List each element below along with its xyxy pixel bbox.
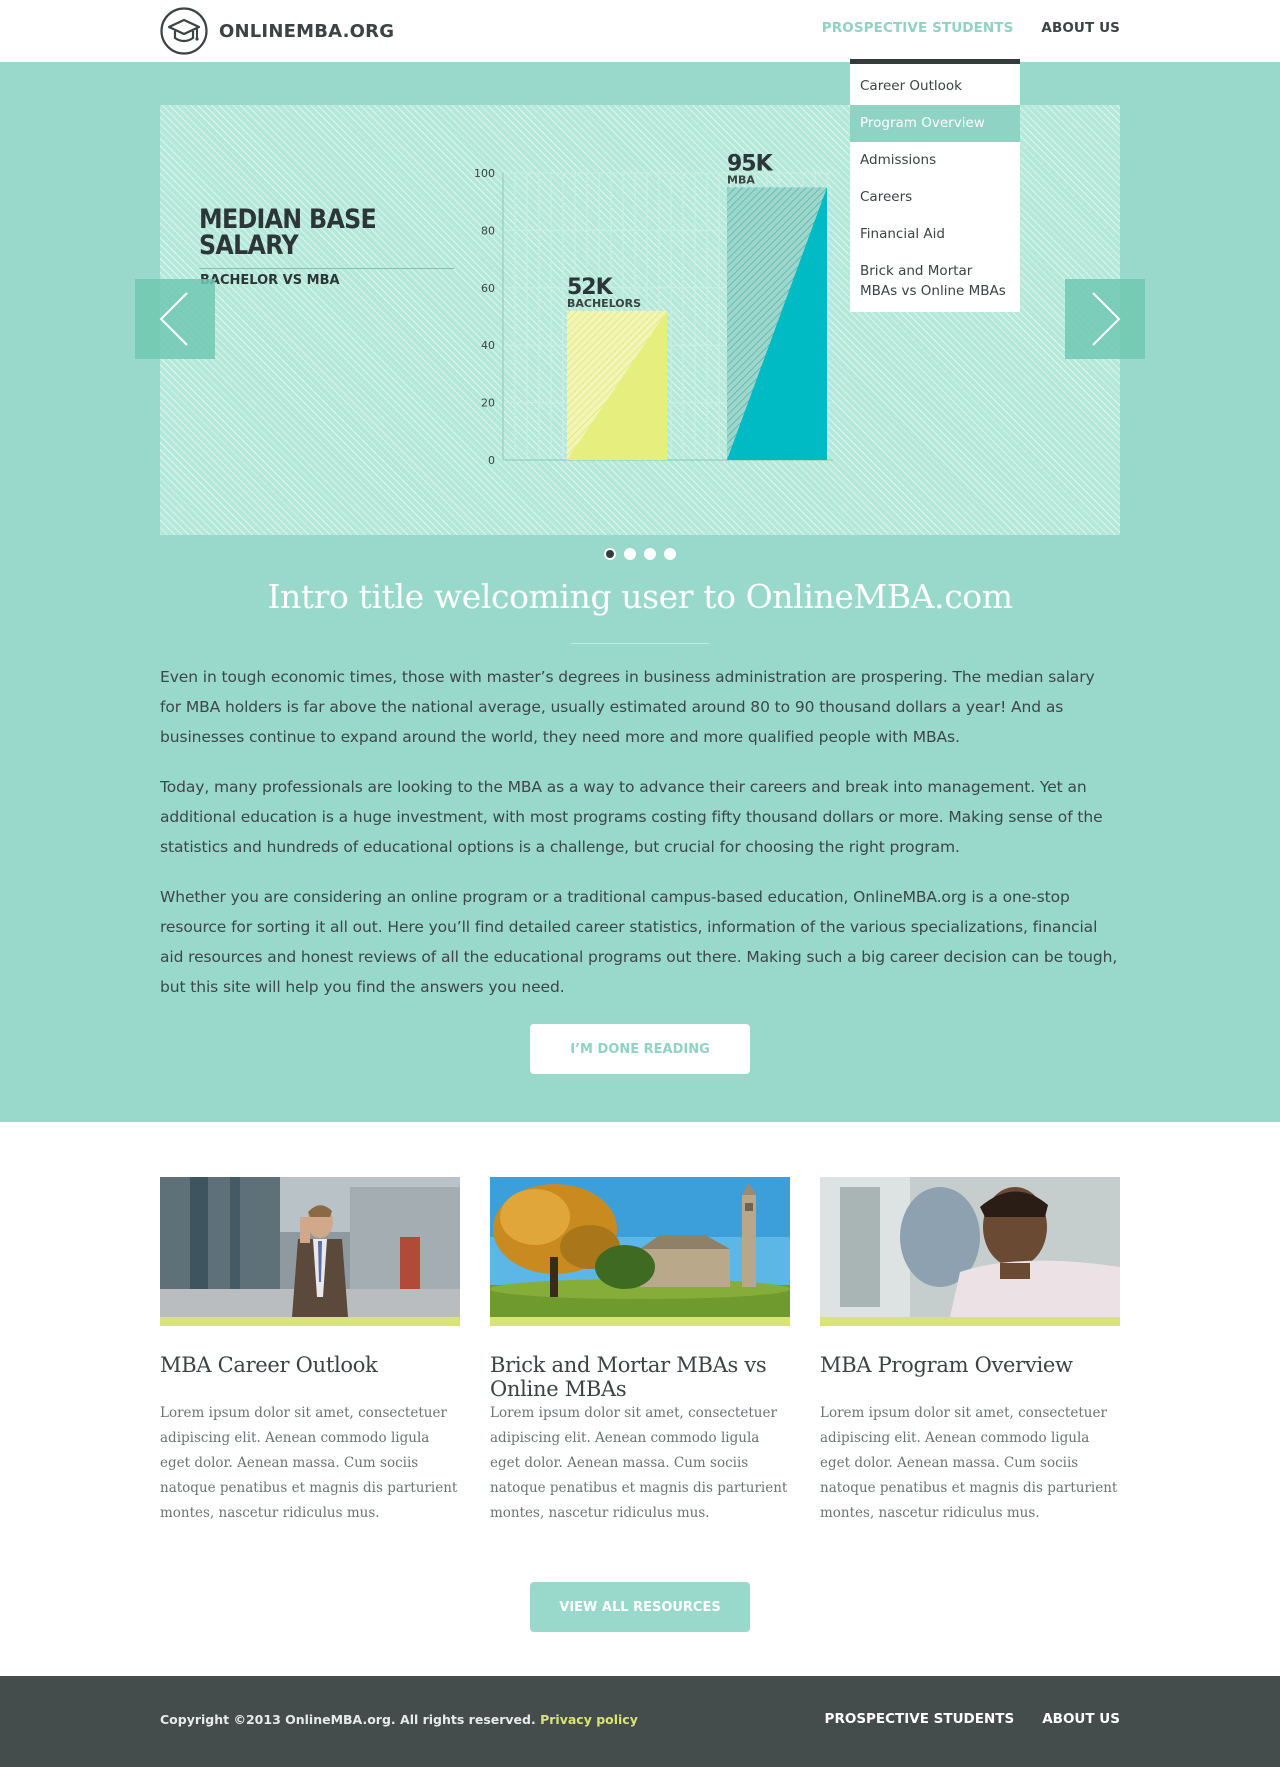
card-text: Lorem ipsum dolor sit amet, consectetuer… — [490, 1405, 788, 1521]
card-brick-vs-online[interactable]: Brick and Mortar MBAs vs Online MBAs Lor… — [490, 1177, 790, 1526]
dropdown-item-financial-aid[interactable]: Financial Aid — [850, 216, 1020, 253]
nav-prospective-students[interactable]: PROSPECTIVE STUDENTS — [822, 20, 1014, 36]
dropdown-item-career-outlook[interactable]: Career Outlook — [850, 68, 1020, 105]
chart-y-tick-label: 40 — [481, 339, 495, 352]
card-accent-bar — [490, 1317, 790, 1326]
card-career-outlook[interactable]: MBA Career Outlook Lorem ipsum dolor sit… — [160, 1177, 460, 1526]
done-reading-button[interactable]: I’M DONE READING — [530, 1024, 750, 1074]
card-accent-bar — [160, 1317, 460, 1326]
intro-paragraph: Whether you are considering an online pr… — [160, 888, 1118, 996]
resource-cards: MBA Career Outlook Lorem ipsum dolor sit… — [160, 1177, 1120, 1526]
intro-paragraph: Even in tough economic times, those with… — [160, 668, 1095, 746]
slider-prev-button[interactable] — [135, 279, 215, 359]
card-title[interactable]: Brick and Mortar MBAs vs Online MBAs — [490, 1353, 790, 1401]
card-image-student — [820, 1177, 1120, 1317]
dropdown-item-brick-vs-online[interactable]: Brick and Mortar MBAs vs Online MBAs — [850, 253, 1020, 310]
footer-copyright: Copyright ©2013 OnlineMBA.org. All right… — [160, 1712, 638, 1727]
intro-body: Even in tough economic times, those with… — [160, 662, 1120, 1022]
slider-dot-1[interactable] — [604, 548, 616, 560]
nav-about-us[interactable]: ABOUT US — [1041, 20, 1120, 36]
logo-text: ONLINEMBA.ORG — [219, 20, 395, 42]
slider-dot-4[interactable] — [664, 548, 676, 560]
chart-category-label: BACHELORS — [567, 297, 641, 310]
slider-dots — [0, 548, 1280, 560]
dropdown-item-careers[interactable]: Careers — [850, 179, 1020, 216]
footer-nav: PROSPECTIVE STUDENTS ABOUT US — [825, 1711, 1120, 1727]
chart-y-tick-label: 100 — [474, 167, 495, 180]
view-all-resources-button[interactable]: VIEW ALL RESOURCES — [530, 1582, 750, 1632]
dropdown-item-admissions[interactable]: Admissions — [850, 142, 1020, 179]
card-image-campus — [490, 1177, 790, 1317]
chart-y-tick-label: 60 — [481, 282, 495, 295]
card-image-businessman — [160, 1177, 460, 1317]
intro-title: Intro title welcoming user to OnlineMBA.… — [267, 577, 1013, 616]
slider-dot-2[interactable] — [624, 548, 636, 560]
privacy-policy-link[interactable]: Privacy policy — [540, 1712, 638, 1727]
chart-y-tick-label: 80 — [481, 224, 495, 237]
slider-dot-3[interactable] — [644, 548, 656, 560]
slider-next-button[interactable] — [1065, 279, 1145, 359]
card-title[interactable]: MBA Program Overview — [820, 1353, 1120, 1401]
hero-section: MEDIAN BASE SALARY BACHELOR VS MBA 0 20 40… — [0, 62, 1280, 1122]
dropdown-item-program-overview[interactable]: Program Overview — [850, 105, 1020, 142]
prospective-students-dropdown: Career Outlook Program Overview Admissio… — [850, 59, 1020, 312]
intro-paragraph: Today, many professionals are looking to… — [160, 778, 1103, 856]
card-accent-bar — [820, 1317, 1120, 1326]
chart-category-label: MBA — [727, 173, 755, 186]
card-title[interactable]: MBA Career Outlook — [160, 1353, 460, 1401]
card-program-overview[interactable]: MBA Program Overview Lorem ipsum dolor s… — [820, 1177, 1120, 1526]
card-text: Lorem ipsum dolor sit amet, consectetuer… — [160, 1405, 458, 1521]
main-nav: PROSPECTIVE STUDENTS ABOUT US — [822, 20, 1120, 36]
logo[interactable]: ONLINEMBA.ORG — [159, 6, 394, 56]
copyright-text: Copyright ©2013 OnlineMBA.org. All right… — [160, 1712, 536, 1727]
chart-y-tick-label: 20 — [481, 397, 495, 410]
graduation-cap-icon — [160, 7, 208, 55]
chevron-right-icon — [1092, 292, 1121, 346]
footer-nav-prospective-students[interactable]: PROSPECTIVE STUDENTS — [825, 1711, 1015, 1727]
site-header: ONLINEMBA.ORG PROSPECTIVE STUDENTS ABOUT… — [0, 0, 1280, 62]
site-footer: Copyright ©2013 OnlineMBA.org. All right… — [0, 1676, 1280, 1767]
chevron-left-icon — [159, 292, 188, 346]
chart-y-tick-label: 0 — [488, 454, 495, 467]
footer-nav-about-us[interactable]: ABOUT US — [1042, 1711, 1120, 1727]
intro-divider — [571, 643, 709, 644]
card-text: Lorem ipsum dolor sit amet, consectetuer… — [820, 1405, 1118, 1521]
